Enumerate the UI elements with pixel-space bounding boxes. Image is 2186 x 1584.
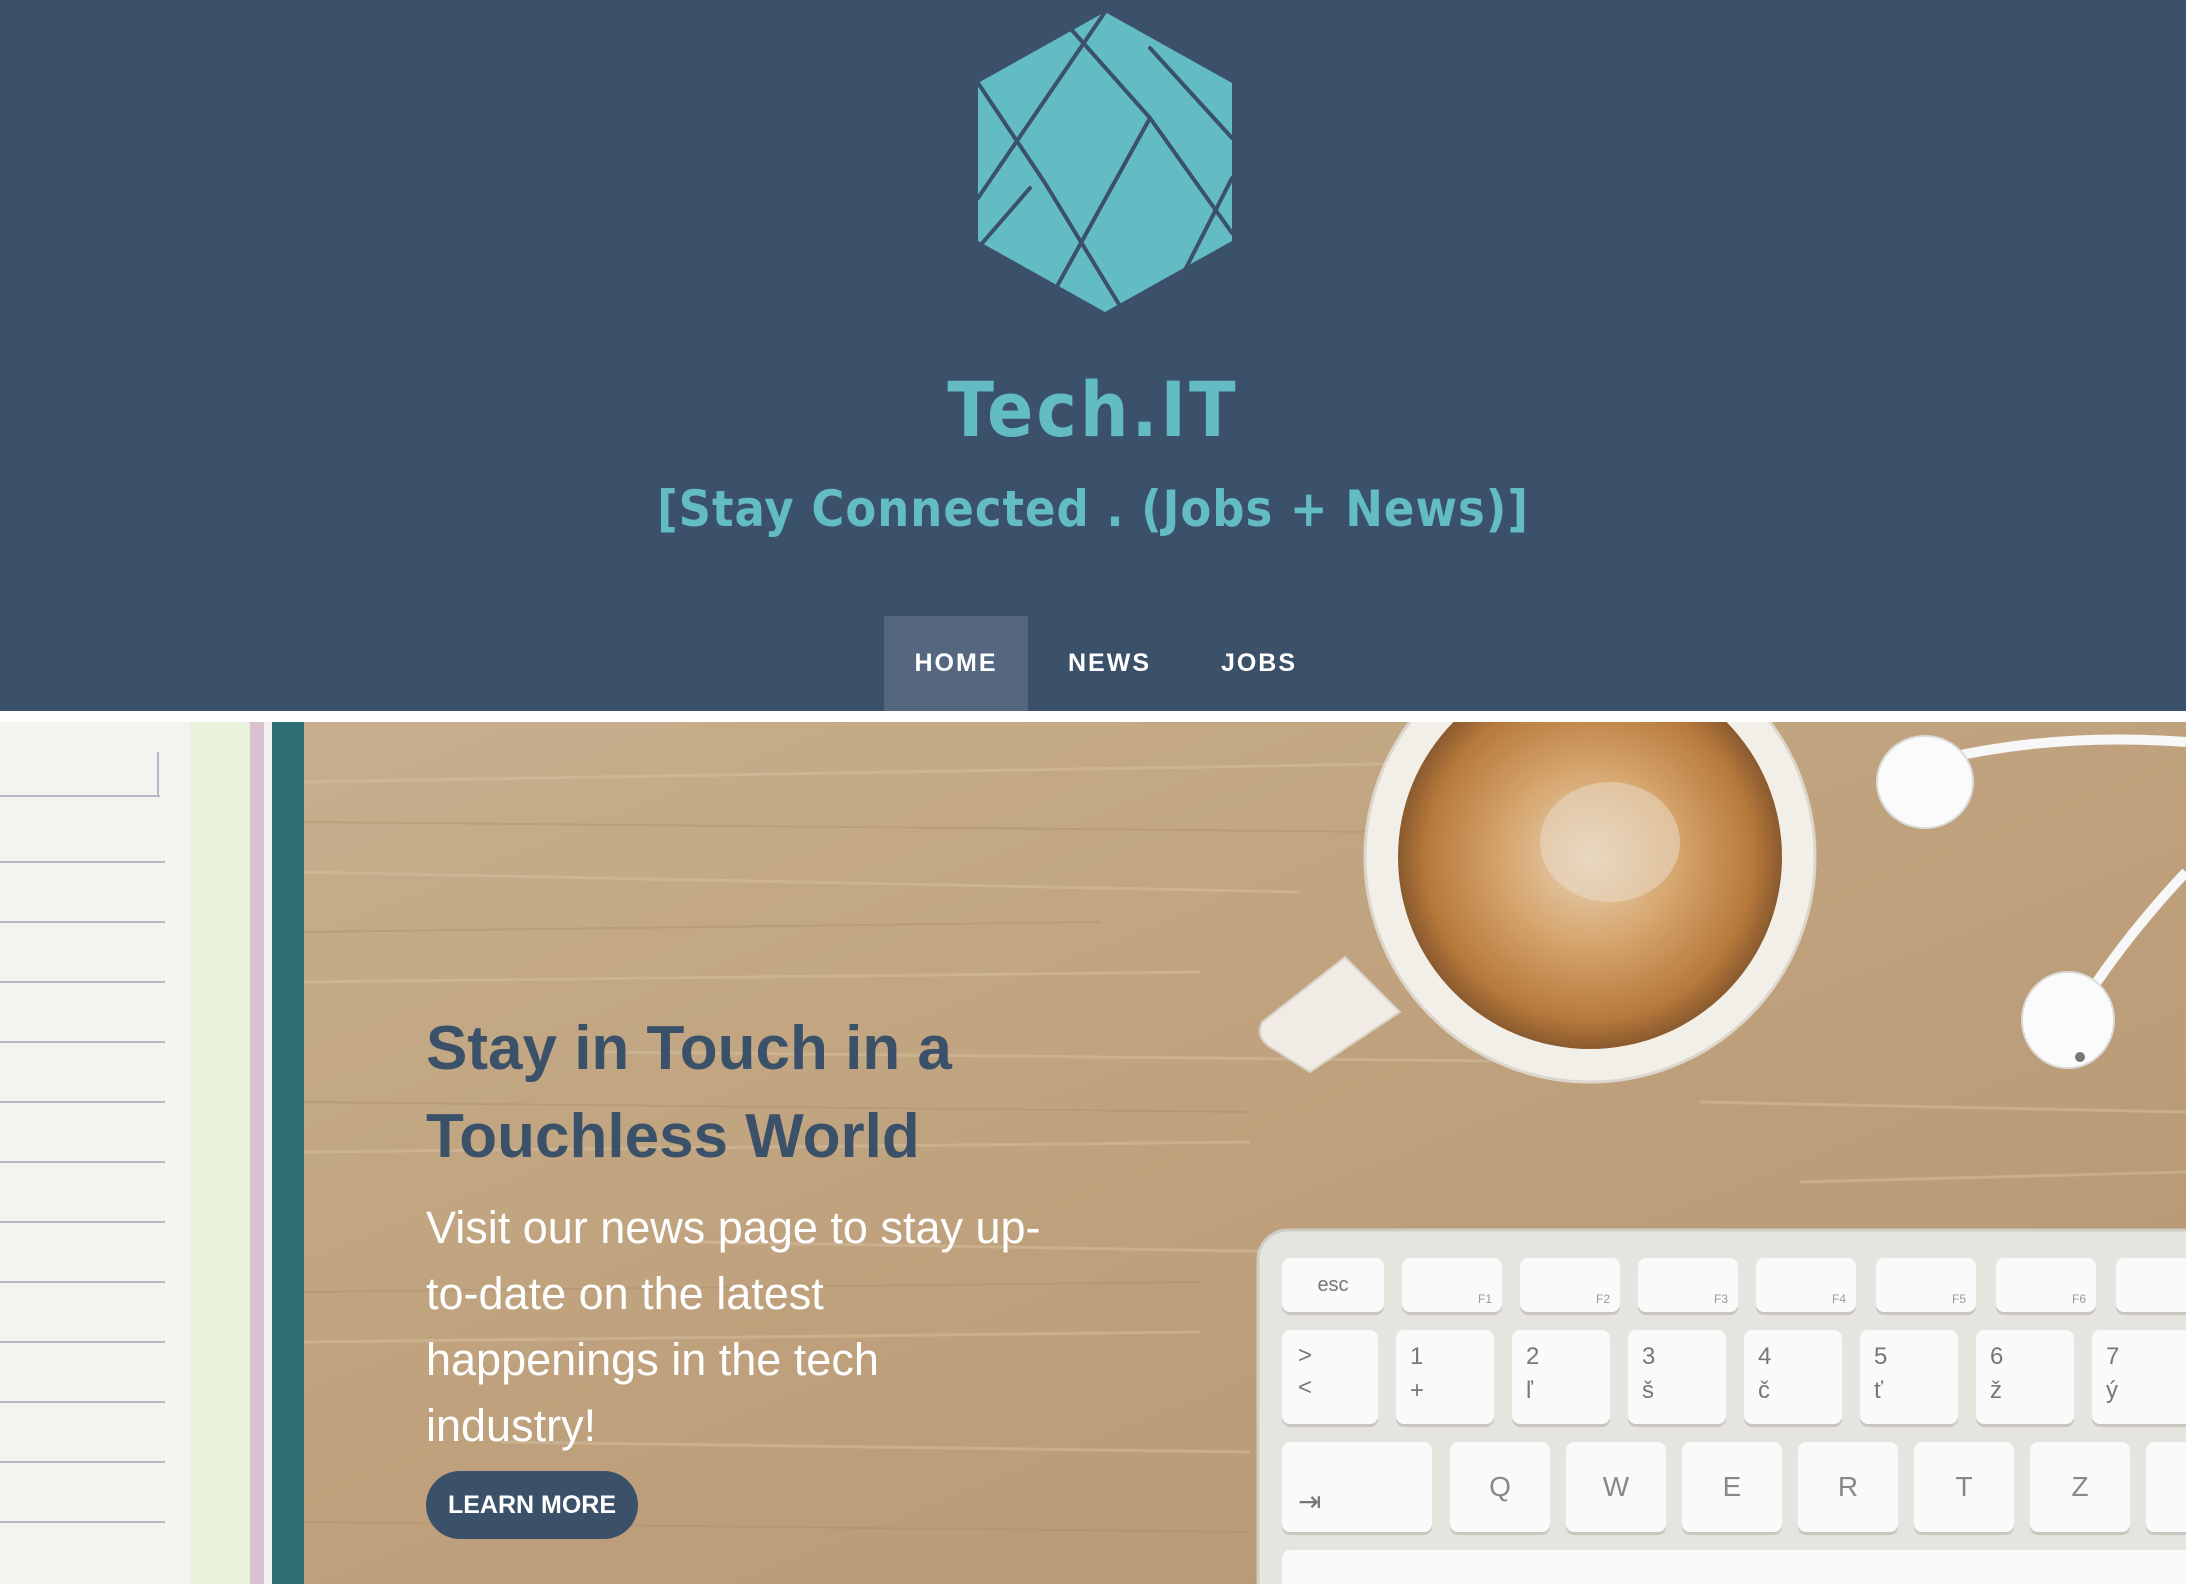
key-f5: F5 — [1876, 1258, 1976, 1312]
key-f4: F4 — [1756, 1258, 1856, 1312]
hero-description: Visit our news page to stay up- to-date … — [426, 1195, 1106, 1459]
key-7-top: 7 — [2106, 1343, 2120, 1370]
key-5-bottom: ť — [1874, 1377, 1883, 1404]
key-angle: > < — [1282, 1330, 1378, 1424]
key-5-top: 5 — [1874, 1343, 1888, 1370]
key-f2: F2 — [1520, 1258, 1620, 1312]
key-1-bottom: + — [1410, 1377, 1425, 1404]
key-z: Z — [2030, 1442, 2130, 1532]
key-3: 3 š — [1628, 1330, 1726, 1424]
key-f7 — [2116, 1258, 2186, 1312]
key-tab: ⇥ — [1282, 1442, 1432, 1532]
key-esc: esc — [1282, 1258, 1384, 1312]
key-1-top: 1 — [1410, 1343, 1424, 1370]
key-row4 — [1282, 1550, 2186, 1584]
key-4: 4 č — [1744, 1330, 1842, 1424]
key-1: 1 + — [1396, 1330, 1494, 1424]
nav-item-jobs[interactable]: JOBS — [1191, 616, 1327, 711]
key-r: R — [1798, 1442, 1898, 1532]
header-divider — [0, 711, 2186, 722]
hero-heading-line1: Stay in Touch in a — [426, 1014, 952, 1083]
key-f1: F1 — [1402, 1258, 1502, 1312]
key-t: T — [1914, 1442, 2014, 1532]
key-6-bottom: ž — [1990, 1377, 2002, 1404]
key-u — [2146, 1442, 2186, 1532]
hero-heading-line2: Touchless World — [426, 1102, 920, 1171]
key-7: 7 ý — [2092, 1330, 2186, 1424]
key-2: 2 ľ — [1512, 1330, 1610, 1424]
hero-description-line2: to-date on the latest — [426, 1268, 824, 1319]
key-6-top: 6 — [1990, 1343, 2004, 1370]
key-angle-bottom: < — [1298, 1374, 1313, 1401]
key-4-bottom: č — [1758, 1377, 1770, 1404]
key-6: 6 ž — [1976, 1330, 2074, 1424]
key-e: E — [1682, 1442, 1782, 1532]
site-header: Tech.IT [Stay Connected . (Jobs + News)]… — [0, 0, 2186, 711]
key-3-bottom: š — [1642, 1377, 1654, 1404]
nav-item-home[interactable]: HOME — [884, 616, 1028, 711]
brand-tagline: [Stay Connected . (Jobs + News)] — [657, 480, 1529, 538]
hero-description-line1: Visit our news page to stay up- — [426, 1202, 1041, 1253]
hero-description-line3: happenings in the tech — [426, 1334, 879, 1385]
learn-more-button[interactable]: LEARN MORE — [426, 1471, 638, 1539]
brand-title[interactable]: Tech.IT — [0, 365, 2186, 454]
key-f3: F3 — [1638, 1258, 1738, 1312]
faceted-hexagon-icon[interactable] — [970, 8, 1240, 316]
main-nav: HOME NEWS JOBS — [884, 616, 1327, 711]
key-q: Q — [1450, 1442, 1550, 1532]
hero-section: esc F1 F2 F3 F4 F5 F6 > < 1 + 2 ľ 3 š 4 … — [0, 722, 2186, 1584]
key-4-top: 4 — [1758, 1343, 1772, 1370]
key-7-bottom: ý — [2106, 1377, 2118, 1404]
key-w: W — [1566, 1442, 1666, 1532]
key-5: 5 ť — [1860, 1330, 1958, 1424]
nav-item-news[interactable]: NEWS — [1028, 616, 1191, 711]
hero-heading: Stay in Touch in a Touchless World — [426, 1005, 1146, 1181]
hero-description-line4: industry! — [426, 1400, 597, 1451]
key-3-top: 3 — [1642, 1343, 1656, 1370]
key-2-top: 2 — [1526, 1343, 1540, 1370]
key-2-bottom: ľ — [1526, 1377, 1533, 1404]
key-f6: F6 — [1996, 1258, 2096, 1312]
key-angle-top: > — [1298, 1342, 1313, 1369]
